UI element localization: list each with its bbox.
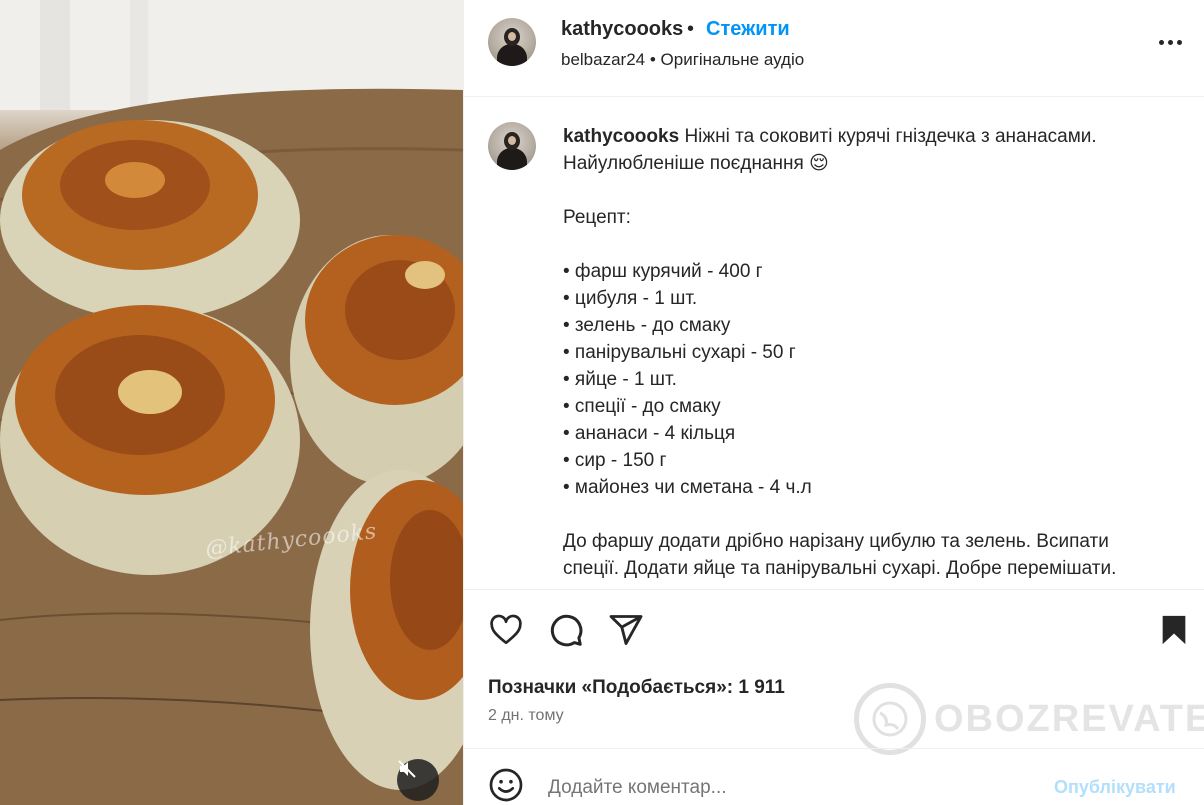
comment-input[interactable] [548, 777, 1028, 799]
caption-line: • панірувальні сухарі - 50 г [563, 342, 796, 363]
post-header: kathycoooks • Стежити belbazar24 • Оригі… [464, 0, 1204, 97]
globe-logo-icon [854, 683, 926, 755]
comment-button[interactable] [546, 610, 586, 650]
food-photo [0, 0, 463, 805]
caption-line: Ніжні та соковиті курячі гніздечка з ана… [684, 126, 1097, 147]
caption-text: kathycoooks Ніжні та соковиті курячі гні… [563, 123, 1183, 582]
caption-line: До фаршу додати дрібно нарізану цибулю т… [563, 531, 1109, 552]
audio-info[interactable]: belbazar24 • Оригінальне аудіо [561, 50, 804, 70]
send-icon [609, 615, 643, 645]
separator-dot: • [687, 18, 695, 40]
mute-button[interactable] [397, 759, 439, 801]
caption-line: • сир - 150 г [563, 450, 667, 471]
like-button[interactable] [486, 610, 526, 650]
post-timestamp[interactable]: 2 дн. тому [488, 707, 564, 725]
caption-line: • спеції - до смаку [563, 396, 721, 417]
caption-line: • ананаси - 4 кільця [563, 423, 736, 444]
heart-icon [490, 614, 522, 645]
caption-line: спеції. Додати яйце та панірувальні суха… [563, 558, 1117, 579]
caption-line: • цибуля - 1 шт. [563, 288, 698, 309]
comment-bar: Опублікувати [464, 748, 1204, 805]
post-media[interactable]: @kathycoooks [0, 0, 463, 805]
muted-speaker-icon [398, 760, 416, 778]
likes-count[interactable]: Позначки «Подобається»: 1 911 [488, 677, 785, 699]
more-options-button[interactable] [1159, 32, 1189, 52]
author-username[interactable]: kathycoooks [561, 18, 683, 41]
more-options-icon [1159, 39, 1164, 45]
avatar[interactable] [488, 18, 536, 66]
bookmark-icon [1162, 615, 1186, 645]
emoji-button[interactable] [488, 767, 524, 803]
post-panel: kathycoooks • Стежити belbazar24 • Оригі… [463, 0, 1204, 805]
caption-avatar[interactable] [488, 122, 536, 170]
site-watermark-text: OBOZREVATEL [934, 697, 1204, 740]
comment-icon [550, 614, 583, 647]
save-button[interactable] [1154, 610, 1194, 650]
caption-line: • зелень - до смаку [563, 315, 731, 336]
caption-line: Найулюбленіше поєднання 😌 [563, 153, 829, 174]
action-bar [464, 610, 1204, 650]
share-button[interactable] [606, 610, 646, 650]
caption-section: kathycoooks Ніжні та соковиті курячі гні… [464, 97, 1204, 590]
emoji-icon [489, 768, 523, 802]
caption-username[interactable]: kathycoooks [563, 126, 679, 147]
caption-line: • фарш курячий - 400 г [563, 261, 763, 282]
caption-line: • майонез чи сметана - 4 ч.л [563, 477, 812, 498]
publish-button[interactable]: Опублікувати [1054, 777, 1176, 798]
site-watermark: OBOZREVATEL [854, 683, 1204, 755]
caption-line: • яйце - 1 шт. [563, 369, 677, 390]
follow-button[interactable]: Стежити [706, 18, 790, 41]
caption-line: Рецепт: [563, 207, 631, 228]
